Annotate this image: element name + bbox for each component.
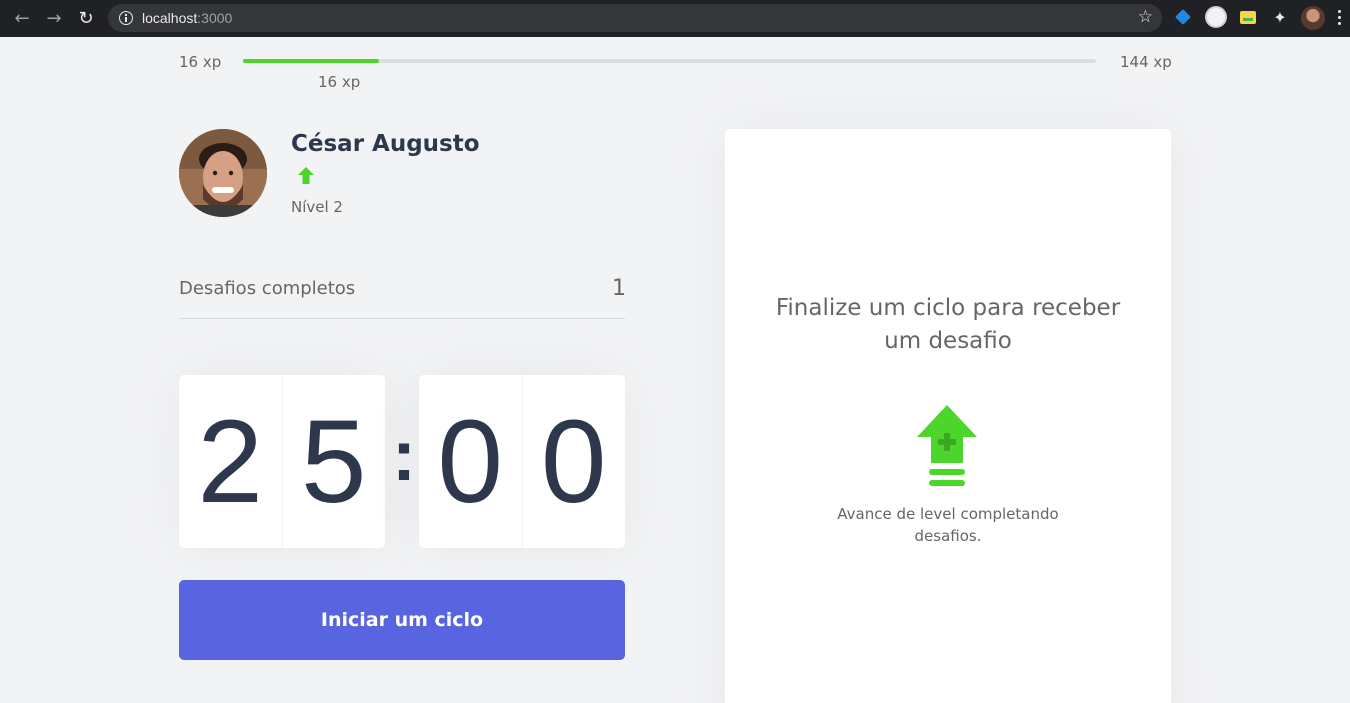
- countdown-separator: :: [392, 416, 416, 496]
- level-text: Nível 2: [291, 198, 343, 216]
- info-icon[interactable]: [119, 11, 133, 25]
- address-bar[interactable]: localhost:3000 ☆: [108, 4, 1162, 32]
- puzzle-icon[interactable]: ✦: [1270, 8, 1290, 28]
- start-cycle-button[interactable]: Iniciar um ciclo: [179, 580, 625, 660]
- challenge-card-title: Finalize um ciclo para receber um desafi…: [775, 295, 1121, 354]
- xp-end-label: 144 xp: [1120, 53, 1172, 71]
- url-port: :3000: [197, 10, 233, 26]
- challenge-card-subtitle: Avance de level completando desafios.: [837, 505, 1059, 545]
- second-digit-left: 0: [419, 375, 523, 548]
- blank-extension-icon[interactable]: [1205, 6, 1227, 28]
- avatar: [179, 129, 267, 217]
- completed-challenges-label: Desafios completos: [179, 278, 356, 299]
- countdown-minutes: 2 5: [179, 375, 385, 548]
- reload-button[interactable]: ↻: [74, 7, 98, 31]
- countdown-seconds: 0 0: [419, 375, 625, 548]
- xp-progress-bar: [243, 59, 1096, 63]
- challenge-card: Finalize um ciclo para receber um desafi…: [725, 129, 1171, 703]
- browser-toolbar: ← → ↻ localhost:3000 ☆ ✦: [0, 0, 1350, 37]
- user-name: César Augusto: [291, 131, 480, 157]
- star-icon[interactable]: ☆: [1138, 7, 1153, 27]
- minute-digit-right: 5: [300, 395, 367, 528]
- level-up-icon: [917, 405, 977, 491]
- completed-challenges-count: 1: [612, 276, 626, 301]
- reload-icon: ↻: [78, 8, 94, 29]
- level-up-arrow-icon: [298, 167, 314, 189]
- arrow-left-icon: ←: [14, 8, 30, 29]
- menu-icon[interactable]: [1338, 10, 1342, 28]
- xp-start-label: 16 xp: [179, 53, 222, 71]
- notes-extension-icon[interactable]: [1239, 8, 1259, 28]
- address-url[interactable]: localhost:3000: [142, 10, 232, 26]
- xp-current-label: 16 xp: [318, 73, 361, 91]
- forward-button[interactable]: →: [42, 7, 66, 31]
- minute-digit-left: 2: [179, 375, 283, 548]
- profile-avatar-icon[interactable]: [1301, 6, 1325, 30]
- url-host: localhost: [142, 10, 198, 26]
- back-button[interactable]: ←: [10, 7, 34, 31]
- divider: [179, 318, 625, 319]
- arrow-right-icon: →: [46, 8, 62, 29]
- second-digit-right: 0: [540, 395, 607, 528]
- cube-extension-icon[interactable]: [1174, 8, 1194, 28]
- xp-progress-fill: [243, 59, 380, 63]
